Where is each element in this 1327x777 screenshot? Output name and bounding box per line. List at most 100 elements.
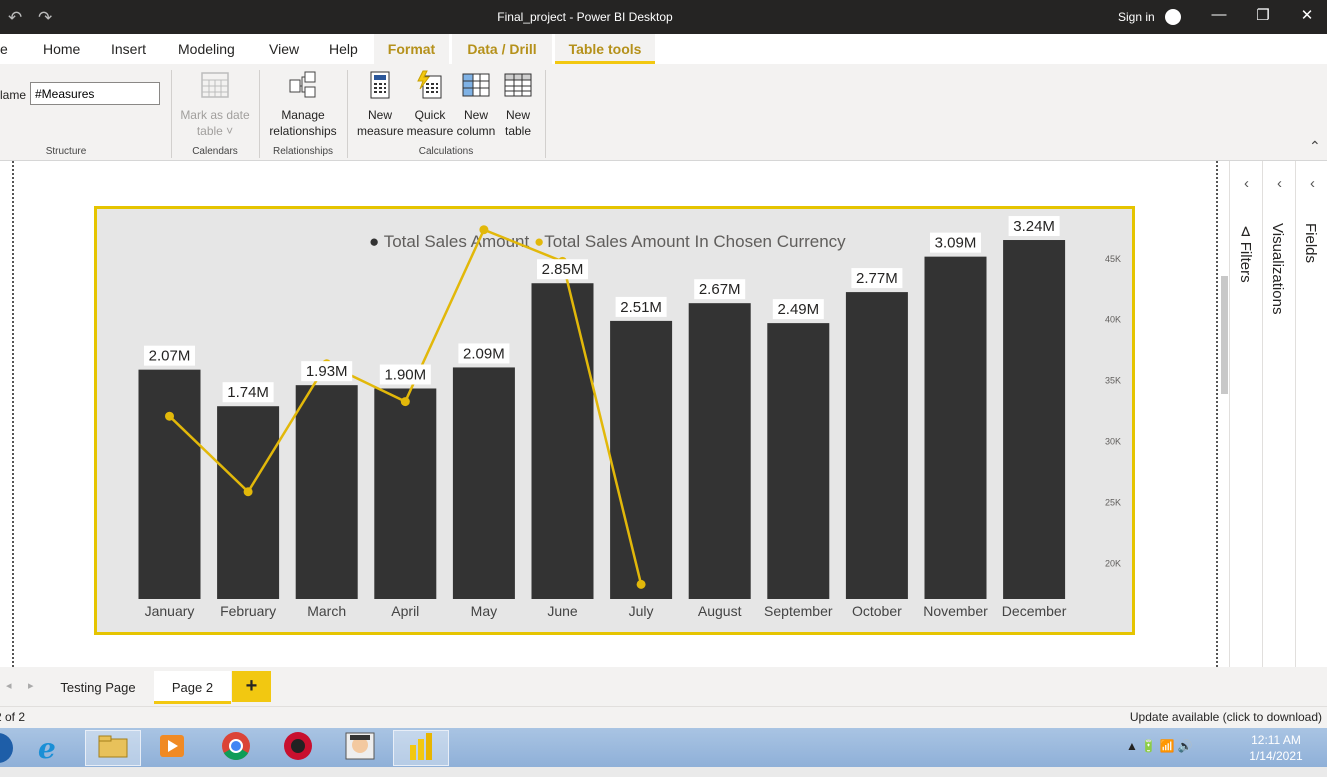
x-tick-label: July	[629, 603, 654, 619]
manage-relationships-button[interactable]: Manage relationships	[263, 70, 343, 139]
y-right-tick-label: 45K	[1105, 254, 1121, 264]
page-tab-page-2[interactable]: Page 2	[154, 671, 231, 704]
maximize-button[interactable]: ❐	[1253, 6, 1273, 24]
bar	[845, 292, 908, 599]
canvas-scrollbar[interactable]	[1221, 276, 1228, 394]
ribbon-divider	[545, 70, 546, 158]
bar	[138, 369, 201, 599]
mark-as-date-table-button[interactable]: Mark as date table ˅	[175, 70, 255, 139]
y-right-tick-label: 20K	[1105, 558, 1121, 568]
x-tick-label: June	[547, 603, 578, 619]
page-tab-testing[interactable]: Testing Page	[46, 671, 150, 704]
new-column-button[interactable]: New column	[455, 70, 497, 139]
filter-icon: ⊲	[1237, 225, 1254, 242]
x-tick-label: February	[220, 603, 276, 619]
combo-chart-visual[interactable]: ● Total Sales Amount ●Total Sales Amount…	[94, 206, 1135, 635]
tab-data-drill[interactable]: Data / Drill	[452, 34, 552, 64]
ribbon-tabs: e Home Insert Modeling View Help Format …	[0, 34, 1327, 64]
avatar[interactable]	[1165, 9, 1181, 25]
tab-format[interactable]: Format	[374, 34, 449, 64]
status-bar: 2 of 2 Update available (click to downlo…	[0, 706, 1327, 728]
report-canvas: ● Total Sales Amount ●Total Sales Amount…	[0, 161, 1229, 667]
data-label: 2.49M	[777, 301, 819, 318]
fields-pane[interactable]: ‹ Fields	[1295, 161, 1327, 667]
y-right-tick-label: 30K	[1105, 437, 1121, 447]
legend-label-line: Total Sales Amount In Chosen Currency	[544, 232, 846, 251]
chevron-left-icon[interactable]: ‹	[1263, 175, 1296, 192]
windows-taskbar: e ▲ 🔋 📶 🔊 12:11 AM 1/14/2021	[0, 728, 1327, 767]
visualizations-pane[interactable]: ‹ Visualizations	[1262, 161, 1295, 667]
y-right-tick-label: 35K	[1105, 376, 1121, 386]
table-name-input[interactable]	[30, 82, 160, 105]
page-tabs-bar: ◂ ▸ Testing Page Page 2 +	[0, 667, 1327, 706]
x-tick-label: September	[764, 603, 833, 619]
chrome-icon[interactable]	[208, 730, 264, 766]
bar	[767, 323, 830, 599]
chevron-left-icon[interactable]: ‹	[1230, 175, 1263, 192]
line-point	[243, 487, 253, 497]
visualizations-pane-title: Visualizations	[1269, 223, 1286, 315]
bar	[217, 406, 280, 599]
new-column-label-1: New	[463, 108, 488, 122]
relationships-label: relationships	[269, 124, 337, 138]
new-measure-button[interactable]: New measure	[357, 70, 404, 139]
add-page-button[interactable]: +	[232, 671, 271, 702]
tab-modeling[interactable]: Modeling	[167, 34, 246, 64]
quick-measure-icon	[417, 70, 442, 99]
power-bi-icon[interactable]	[393, 730, 449, 766]
quick-measure-label-2: measure	[406, 124, 454, 138]
data-label: 1.90M	[384, 366, 426, 383]
ribbon-divider	[259, 70, 260, 158]
data-label: 3.24M	[1013, 218, 1055, 235]
app-icon[interactable]	[270, 730, 326, 766]
line-point	[636, 579, 646, 589]
bar	[374, 388, 437, 599]
x-tick-label: October	[852, 603, 902, 619]
filters-pane[interactable]: ‹ ⊲ Filters	[1229, 161, 1262, 667]
filters-label: Filters	[1237, 241, 1254, 283]
tab-view[interactable]: View	[258, 34, 310, 64]
tab-file[interactable]: e	[0, 34, 19, 64]
media-player-icon[interactable]	[144, 730, 200, 766]
tab-help[interactable]: Help	[318, 34, 369, 64]
chevron-left-icon[interactable]: ‹	[1296, 175, 1327, 192]
x-tick-label: May	[471, 603, 497, 619]
bar	[1003, 240, 1066, 599]
new-measure-label-2: measure	[357, 124, 404, 138]
next-page-icon[interactable]: ▸	[28, 679, 34, 692]
sign-in-link[interactable]: Sign in	[1118, 10, 1155, 24]
line-point	[165, 411, 174, 421]
x-tick-label: November	[923, 603, 988, 619]
system-tray[interactable]: ▲ 🔋 📶 🔊	[1126, 739, 1193, 753]
x-tick-label: January	[145, 603, 195, 619]
new-table-button[interactable]: New table	[498, 70, 538, 139]
column-icon	[462, 73, 490, 97]
x-tick-label: April	[391, 603, 419, 619]
bar	[531, 283, 594, 599]
clock[interactable]: 12:11 AM 1/14/2021	[1240, 732, 1312, 764]
quick-measure-button[interactable]: Quick measure	[405, 70, 455, 139]
new-column-label-2: column	[456, 124, 496, 138]
group-calendars-label: Calendars	[192, 146, 238, 157]
tab-home[interactable]: Home	[32, 34, 91, 64]
prev-page-icon[interactable]: ◂	[6, 679, 12, 692]
svg-text:e: e	[38, 732, 56, 765]
relationships-icon	[289, 71, 316, 98]
page-boundary-left	[12, 161, 14, 667]
collapse-ribbon-icon[interactable]: ⌃	[1309, 138, 1321, 155]
tab-insert[interactable]: Insert	[100, 34, 157, 64]
internet-explorer-icon[interactable]: e	[22, 730, 78, 766]
app-icon[interactable]	[332, 730, 388, 766]
close-button[interactable]: ✕	[1297, 6, 1317, 24]
tab-table-tools[interactable]: Table tools	[555, 34, 655, 64]
data-label: 3.09M	[935, 235, 977, 252]
mark-as-date-label: Mark as date	[180, 108, 250, 122]
data-label: 1.74M	[227, 384, 269, 401]
table-icon	[504, 73, 532, 97]
update-available-link[interactable]: Update available (click to download)	[1130, 710, 1322, 724]
file-explorer-icon[interactable]	[85, 730, 141, 766]
name-label: lame	[0, 88, 27, 102]
minimize-button[interactable]: —	[1209, 6, 1229, 23]
group-relationships-label: Relationships	[272, 146, 334, 157]
data-label: 2.77M	[856, 270, 898, 287]
